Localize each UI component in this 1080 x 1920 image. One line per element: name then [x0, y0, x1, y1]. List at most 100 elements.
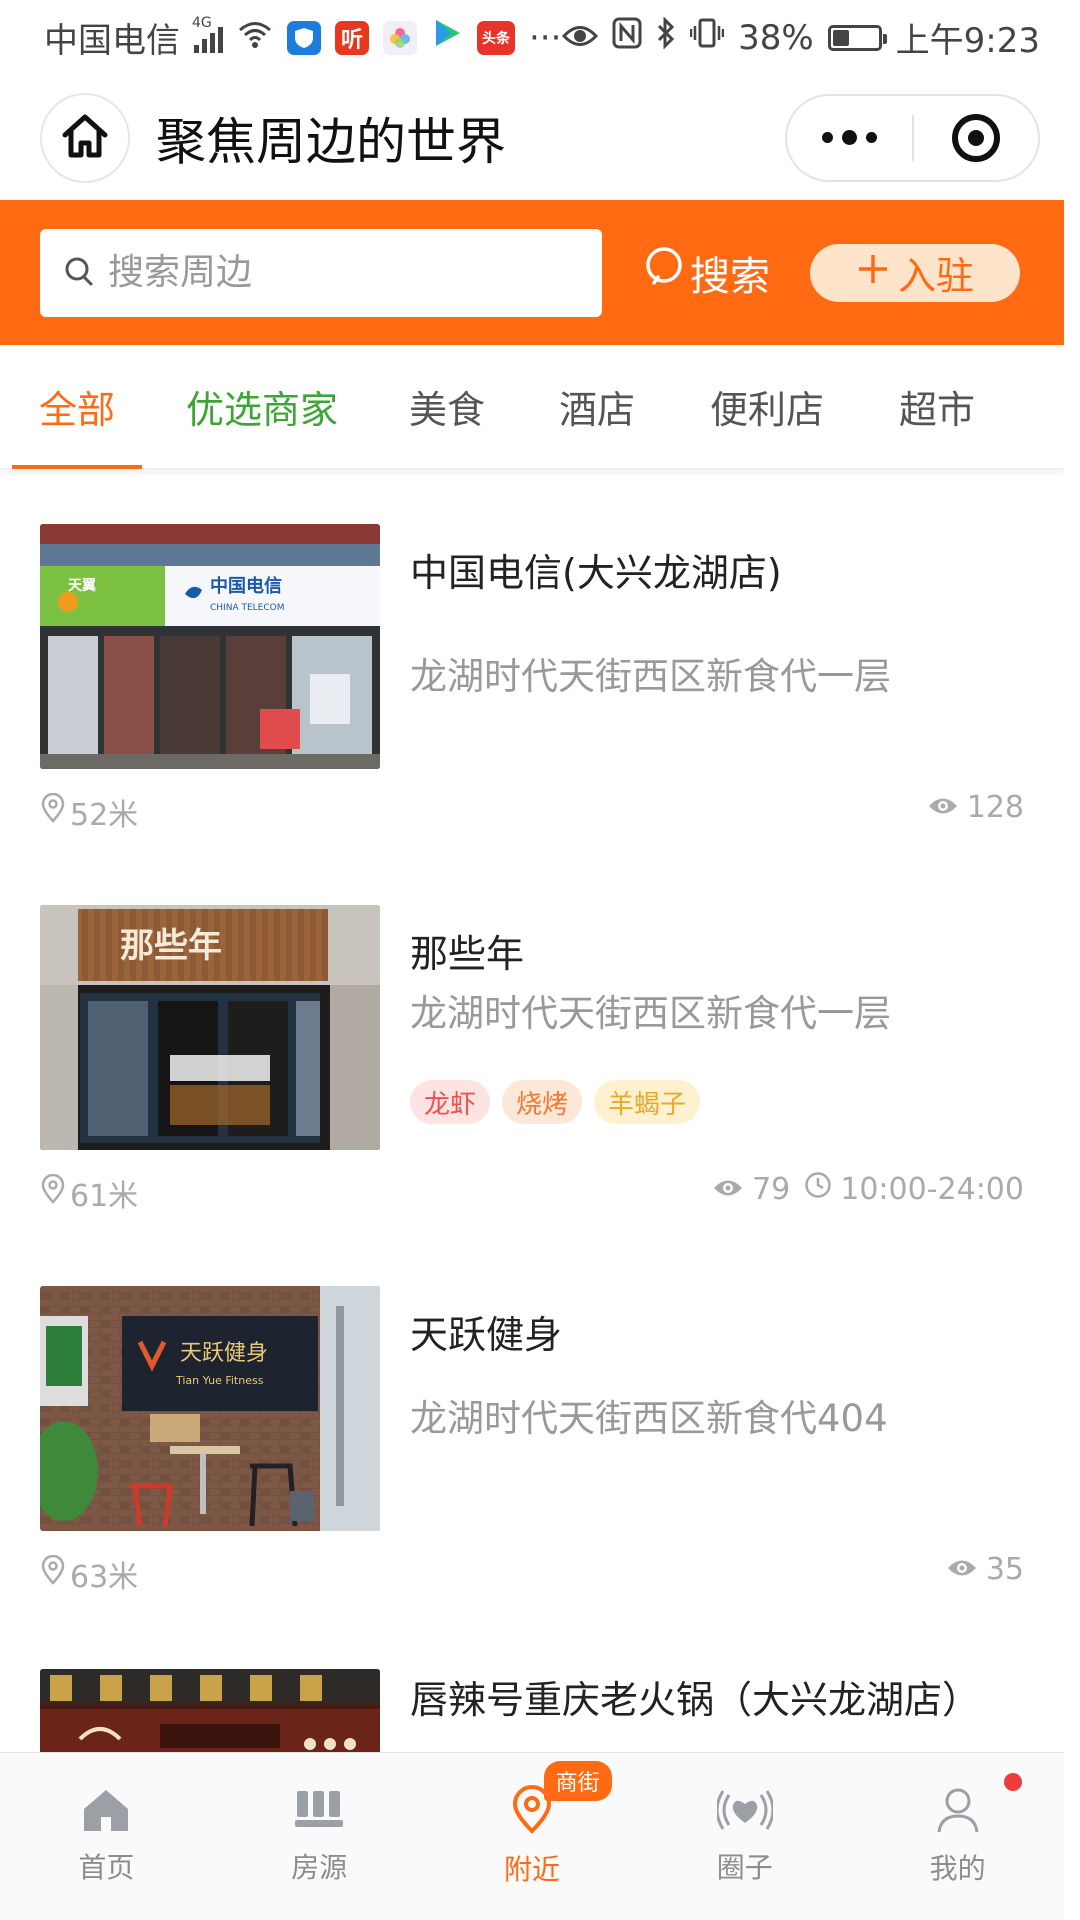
home-button[interactable]	[40, 92, 130, 183]
tab-convenience-store[interactable]: 便利店	[692, 345, 842, 469]
nav-circle-label: 圈子	[716, 1851, 773, 1884]
battery-icon	[827, 24, 887, 51]
tianyi-sign-text: 天翼	[68, 578, 96, 594]
view-count: 79	[752, 1171, 791, 1207]
nav-me-label: 我的	[929, 1852, 986, 1885]
nav-badge-shopping-street: 商街	[543, 1761, 612, 1801]
tag-lobster: 龙虾	[410, 1080, 491, 1124]
close-mini-program-button[interactable]	[914, 96, 1039, 180]
telecom-sign-text: 中国电信	[210, 575, 282, 597]
view-info: 128	[927, 790, 1024, 825]
nav-circle[interactable]: 圈子	[638, 1753, 851, 1920]
view-count: 35	[985, 1552, 1024, 1587]
flower-app-icon	[383, 20, 417, 55]
app-screen: 中国电信 4G 听 头条 ··· 38% 上午9:23 聚焦周边的世界 搜索周边…	[0, 0, 1080, 1920]
listen-app-icon: 听	[335, 20, 369, 55]
gym-sign-text: 天跃健身	[180, 1341, 268, 1366]
distance-info: 61米	[40, 1171, 138, 1215]
list-item[interactable]: 那些年 那些年 龙湖时代天街西区新食代一层 龙虾 烧烤 羊蝎子 61米 79 1…	[40, 905, 1024, 1214]
business-hours: 10:00-24:00	[840, 1171, 1024, 1207]
tab-supermarket[interactable]: 超市	[882, 345, 992, 469]
nav-nearby[interactable]: 商街 附近	[426, 1753, 639, 1920]
distance-info: 52米	[40, 790, 138, 834]
telecom-sign-english: CHINA TELECOM	[210, 603, 284, 613]
nav-nearby-label: 附近	[503, 1853, 560, 1886]
tab-preferred-merchants[interactable]: 优选商家	[162, 345, 362, 469]
location-pin-icon	[40, 1554, 66, 1593]
merchant-name: 中国电信(大兴龙湖店)	[410, 551, 782, 595]
nav-home[interactable]: 首页	[0, 1753, 213, 1920]
merchant-address: 龙湖时代天街西区新食代一层	[410, 992, 891, 1035]
list-item[interactable]: 唇辣号重庆老火锅（大兴龙湖店）	[40, 1669, 1024, 1759]
shield-app-icon	[287, 20, 321, 55]
notification-dot	[1003, 1773, 1022, 1791]
tab-hotel[interactable]: 酒店	[542, 345, 652, 469]
list-item[interactable]: 天跃健身 Tian Yue Fitness 天跃健身 龙湖时代天街西区新食代40…	[40, 1286, 1024, 1595]
tab-all[interactable]: 全部	[12, 345, 142, 469]
view-count: 128	[966, 790, 1024, 825]
eye-icon	[562, 18, 599, 58]
eye-icon	[712, 1172, 744, 1207]
search-icon	[644, 245, 686, 301]
bottom-nav: 首页 房源 商街 附近 圈子 我的	[0, 1752, 1064, 1920]
bluetooth-icon	[656, 16, 676, 58]
view-info: 79 10:00-24:00	[712, 1171, 1024, 1207]
location-pin-icon	[40, 1173, 66, 1212]
merchant-name: 那些年	[410, 932, 525, 976]
more-menu-button[interactable]	[787, 96, 912, 180]
naxienian-sign-text: 那些年	[120, 926, 222, 966]
search-bar: 搜索 入驻	[0, 200, 1064, 345]
join-button[interactable]: 入驻	[810, 243, 1020, 302]
tag-barbecue: 烧烤	[502, 1080, 583, 1124]
search-button[interactable]: 搜索	[644, 244, 770, 302]
eye-icon	[927, 790, 959, 825]
status-right: 38% 上午9:23	[562, 13, 1040, 62]
join-button-label: 入驻	[897, 254, 974, 298]
merchant-address: 龙湖时代天街西区新食代404	[410, 1397, 888, 1440]
more-dots-icon	[821, 130, 877, 145]
clock-icon	[804, 1171, 832, 1207]
circle-heart-icon	[715, 1787, 775, 1840]
distance-value: 61米	[70, 1179, 139, 1214]
category-tabs: 全部 优选商家 美食 酒店 便利店 超市	[0, 345, 1064, 469]
listing-icon	[293, 1787, 345, 1840]
target-icon	[951, 113, 1000, 162]
wifi-icon	[237, 18, 273, 58]
battery-percent: 38%	[738, 17, 814, 58]
merchant-photo: 天翼 中国电信 CHINA TELECOM	[40, 524, 380, 769]
signal-icon: 4G	[192, 15, 223, 53]
distance-info: 63米	[40, 1552, 138, 1596]
nav-listings[interactable]: 房源	[213, 1753, 426, 1920]
home-icon	[60, 113, 110, 163]
tab-food[interactable]: 美食	[392, 345, 502, 469]
page-title: 聚焦周边的世界	[156, 112, 506, 171]
eye-icon	[946, 1552, 978, 1587]
nav-me[interactable]: 我的	[851, 1753, 1064, 1920]
mini-program-header: 聚焦周边的世界	[0, 75, 1080, 200]
vibrate-icon	[689, 17, 725, 58]
location-pin-icon	[40, 792, 66, 831]
search-input[interactable]	[108, 252, 568, 293]
distance-value: 52米	[70, 798, 139, 833]
home-icon	[81, 1787, 131, 1840]
gym-sign-english: Tian Yue Fitness	[175, 1374, 264, 1387]
nav-home-label: 首页	[78, 1851, 135, 1884]
play-app-icon	[431, 17, 463, 58]
capsule-menu	[785, 93, 1040, 182]
toutiao-app-icon: 头条	[477, 20, 515, 55]
tag-lamb-spine: 羊蝎子	[594, 1080, 701, 1124]
search-box[interactable]	[40, 228, 602, 317]
nfc-icon	[612, 17, 642, 58]
status-bar: 中国电信 4G 听 头条 ··· 38% 上午9:23	[0, 0, 1080, 75]
carrier-label: 中国电信	[44, 21, 180, 61]
merchant-name: 唇辣号重庆老火锅（大兴龙湖店）	[410, 1678, 981, 1722]
view-info: 35	[946, 1552, 1024, 1587]
merchant-address: 龙湖时代天街西区新食代一层	[410, 655, 891, 698]
nav-listings-label: 房源	[291, 1851, 348, 1884]
status-left: 中国电信 4G 听 头条 ···	[44, 13, 561, 62]
search-button-label: 搜索	[690, 253, 770, 300]
merchant-photo: 那些年	[40, 905, 380, 1150]
search-icon	[64, 256, 94, 290]
list-item[interactable]: 天翼 中国电信 CHINA TELECOM 中国电信(大兴龙湖店) 龙湖时代天街…	[40, 524, 1024, 833]
distance-value: 63米	[70, 1560, 139, 1595]
